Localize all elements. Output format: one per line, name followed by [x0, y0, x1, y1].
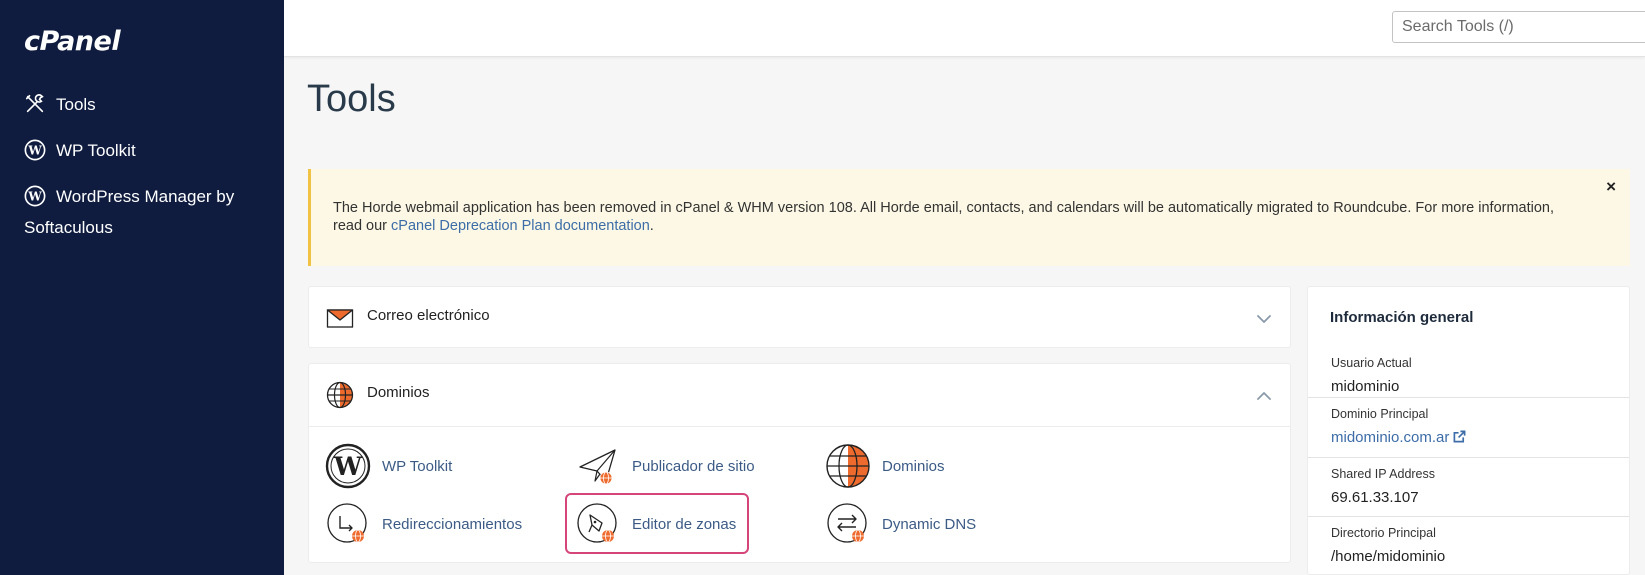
sidebar-item-wordpress-manager[interactable]: W WordPress Manager by Softaculous [24, 181, 264, 237]
tool-redirects[interactable]: Redireccionamientos [325, 501, 522, 547]
section-email-header[interactable]: Correo electrónico [309, 287, 1290, 349]
sidebar-item-label: WordPress Manager by Softaculous [24, 187, 235, 237]
info-panel-title: Información general [1330, 309, 1474, 326]
alert-message: The Horde webmail application has been r… [333, 200, 1555, 234]
tool-label: Editor de zonas [632, 515, 737, 533]
sidebar-item-wp-toolkit[interactable]: W WP Toolkit [24, 135, 136, 166]
primary-domain-link[interactable]: midominio.com.ar [1331, 429, 1466, 446]
cpanel-logo[interactable]: cPanel [24, 26, 121, 57]
info-row-primary-domain: Dominio Principal midominio.com.ar [1308, 397, 1629, 456]
tools-icon [25, 94, 44, 113]
section-title: Dominios [367, 384, 430, 401]
info-row-home-directory: Directorio Principal /home/midominio [1308, 516, 1629, 575]
globe-icon [326, 381, 354, 409]
wordpress-icon: W [24, 139, 46, 161]
section-title: Correo electrónico [367, 307, 490, 324]
deprecation-alert: The Horde webmail application has been r… [308, 169, 1630, 266]
tool-label: Dynamic DNS [882, 515, 977, 533]
external-link-icon [1453, 430, 1466, 443]
section-email: Correo electrónico [308, 286, 1291, 348]
tool-label: WP Toolkit [382, 457, 453, 475]
tool-dynamic-dns[interactable]: Dynamic DNS [825, 501, 976, 547]
tool-domains[interactable]: Dominios [825, 443, 945, 489]
zone-editor-icon [577, 503, 617, 543]
svg-text:W: W [27, 144, 42, 158]
page-title: Tools [307, 78, 396, 120]
chevron-up-icon[interactable] [1256, 388, 1272, 404]
close-icon[interactable]: × [1606, 177, 1616, 197]
deprecation-plan-link[interactable]: cPanel Deprecation Plan documentation [391, 218, 650, 234]
tool-wp-toolkit[interactable]: W WP Toolkit [325, 443, 452, 489]
sidebar-item-tools[interactable]: Tools [24, 89, 96, 120]
tool-label: Dominios [882, 457, 945, 475]
search-input[interactable] [1392, 11, 1645, 43]
section-domains-header[interactable]: Dominios [309, 364, 1290, 426]
paper-plane-icon [579, 449, 616, 485]
svg-text:W: W [333, 452, 363, 481]
info-row-shared-ip: Shared IP Address 69.61.33.107 [1308, 457, 1629, 516]
sidebar-item-label: WP Toolkit [56, 141, 136, 160]
divider [309, 426, 1290, 427]
chevron-down-icon[interactable] [1256, 311, 1272, 327]
tool-site-publisher[interactable]: Publicador de sitio [575, 443, 755, 489]
tool-label: Publicador de sitio [632, 457, 755, 475]
section-domains: Dominios W WP Toolkit Publicador de siti… [308, 363, 1291, 563]
redirect-icon [327, 503, 367, 543]
envelope-icon [326, 309, 354, 328]
sidebar: cPanel Tools W WP Toolkit W WordPress Ma… [0, 0, 284, 575]
general-info-panel: Información general Usuario Actual midom… [1307, 286, 1630, 575]
globe-icon [826, 444, 870, 488]
dynamic-dns-icon [827, 503, 867, 543]
sidebar-item-label: Tools [56, 95, 96, 114]
tool-label: Redireccionamientos [382, 515, 523, 533]
wordpress-icon: W [325, 443, 371, 489]
tool-zone-editor[interactable]: Editor de zonas [575, 501, 736, 547]
